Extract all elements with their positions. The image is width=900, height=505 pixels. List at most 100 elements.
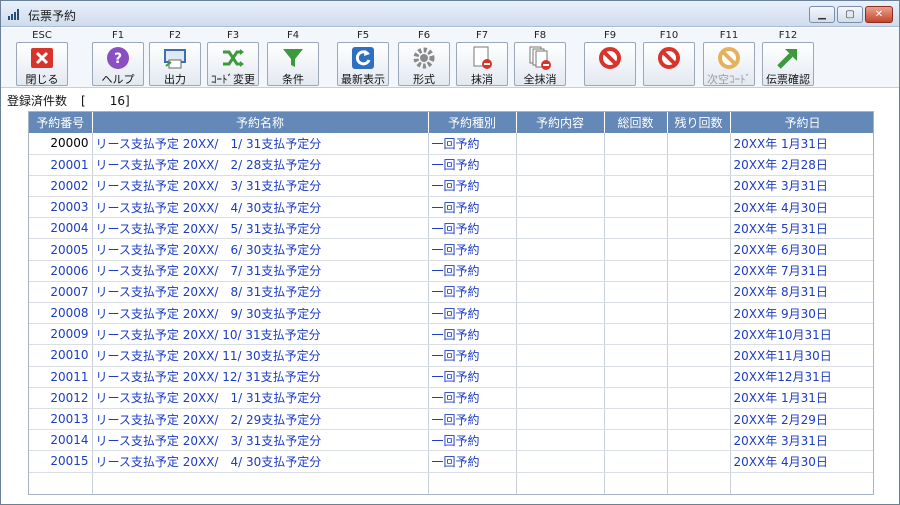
cell-total-count[interactable] [604,281,668,304]
f6-button[interactable]: 形式 [398,42,450,86]
cell-remaining-count[interactable] [667,238,731,261]
empty-cell[interactable] [604,472,668,494]
cell-reservation-type[interactable]: 一回予約 [428,175,517,198]
cell-reservation-number[interactable]: 20010 [29,344,93,367]
cell-reservation-type[interactable]: 一回予約 [428,344,517,367]
table-row[interactable]: 20004 リース支払予定 20XX/ 5/ 31支払予定分 一回予約 20XX年 5… [29,217,873,240]
table-row[interactable]: 20014 リース支払予定 20XX/ 3/ 31支払予定分 一回予約 20XX年 3… [29,429,873,452]
cell-total-count[interactable] [604,323,668,346]
cell-reservation-name[interactable]: リース支払予定 20XX/ 4/ 30支払予定分 [92,450,429,473]
cell-reservation-name[interactable]: リース支払予定 20XX/ 2/ 28支払予定分 [92,154,429,176]
cell-reservation-content[interactable] [516,387,605,409]
cell-reservation-name[interactable]: リース支払予定 20XX/ 7/ 31支払予定分 [92,260,429,282]
f10-button[interactable] [643,42,695,86]
column-header-reservation-number[interactable]: 予約番号 [29,112,93,133]
cell-reservation-name[interactable]: リース支払予定 20XX/ 11/ 30支払予定分 [92,344,429,367]
cell-reservation-content[interactable] [516,450,605,473]
cell-reservation-content[interactable] [516,302,605,325]
f8-button[interactable]: 全抹消 [514,42,566,86]
column-header-reservation-content[interactable]: 予約内容 [516,112,605,133]
cell-reservation-name[interactable]: リース支払予定 20XX/ 12/ 31支払予定分 [92,366,429,388]
cell-reservation-number[interactable]: 20003 [29,196,93,219]
cell-reservation-name[interactable]: リース支払予定 20XX/ 3/ 31支払予定分 [92,175,429,198]
cell-remaining-count[interactable] [667,260,731,282]
cell-reservation-content[interactable] [516,217,605,240]
column-header-total-count[interactable]: 総回数 [604,112,668,133]
cell-reservation-name[interactable]: リース支払予定 20XX/ 2/ 29支払予定分 [92,408,429,431]
cell-total-count[interactable] [604,408,668,431]
cell-total-count[interactable] [604,387,668,409]
column-header-remaining-count[interactable]: 残り回数 [667,112,731,133]
f3-button[interactable]: ｺｰﾄﾞ変更 [207,42,259,86]
cell-reservation-date[interactable]: 20XX年10月31日 [730,323,873,346]
cell-reservation-date[interactable]: 20XX年 3月31日 [730,175,873,198]
cell-remaining-count[interactable] [667,154,731,176]
cell-total-count[interactable] [604,154,668,176]
close-window-button[interactable]: ✕ [865,6,893,23]
cell-total-count[interactable] [604,238,668,261]
cell-total-count[interactable] [604,429,668,452]
cell-reservation-date[interactable]: 20XX年 1月31日 [730,133,873,155]
cell-reservation-content[interactable] [516,260,605,282]
cell-remaining-count[interactable] [667,175,731,198]
cell-remaining-count[interactable] [667,217,731,240]
cell-reservation-type[interactable]: 一回予約 [428,196,517,219]
f5-button[interactable]: 最新表示 [337,42,389,86]
cell-remaining-count[interactable] [667,408,731,431]
cell-reservation-type[interactable]: 一回予約 [428,450,517,473]
cell-reservation-number[interactable]: 20015 [29,450,93,473]
f9-button[interactable] [584,42,636,86]
cell-total-count[interactable] [604,260,668,282]
cell-remaining-count[interactable] [667,450,731,473]
cell-reservation-date[interactable]: 20XX年 1月31日 [730,387,873,409]
esc-button[interactable]: 閉じる [16,42,68,86]
cell-reservation-type[interactable]: 一回予約 [428,281,517,304]
cell-reservation-number[interactable]: 20005 [29,238,93,261]
table-row[interactable]: 20005 リース支払予定 20XX/ 6/ 30支払予定分 一回予約 20XX年 6… [29,238,873,261]
cell-reservation-date[interactable]: 20XX年 2月28日 [730,154,873,176]
cell-reservation-type[interactable]: 一回予約 [428,154,517,176]
cell-reservation-number[interactable]: 20009 [29,323,93,346]
cell-reservation-content[interactable] [516,408,605,431]
cell-reservation-number[interactable]: 20007 [29,281,93,304]
cell-reservation-number[interactable]: 20002 [29,175,93,198]
cell-reservation-type[interactable]: 一回予約 [428,323,517,346]
cell-reservation-date[interactable]: 20XX年 6月30日 [730,238,873,261]
empty-cell[interactable] [428,472,517,494]
cell-reservation-date[interactable]: 20XX年 9月30日 [730,302,873,325]
cell-remaining-count[interactable] [667,323,731,346]
cell-reservation-content[interactable] [516,133,605,155]
cell-total-count[interactable] [604,217,668,240]
cell-reservation-content[interactable] [516,238,605,261]
cell-total-count[interactable] [604,366,668,388]
cell-reservation-type[interactable]: 一回予約 [428,387,517,409]
cell-reservation-type[interactable]: 一回予約 [428,366,517,388]
f12-button[interactable]: 伝票確認 [762,42,814,86]
cell-remaining-count[interactable] [667,196,731,219]
cell-reservation-content[interactable] [516,196,605,219]
cell-reservation-name[interactable]: リース支払予定 20XX/ 10/ 31支払予定分 [92,323,429,346]
cell-reservation-type[interactable]: 一回予約 [428,238,517,261]
cell-reservation-name[interactable]: リース支払予定 20XX/ 6/ 30支払予定分 [92,238,429,261]
table-row[interactable]: 20000 リース支払予定 20XX/ 1/ 31支払予定分 一回予約 20XX年 1… [29,133,873,155]
table-row[interactable]: 20011 リース支払予定 20XX/ 12/ 31支払予定分 一回予約 20XX年1… [29,366,873,388]
column-header-reservation-name[interactable]: 予約名称 [92,112,429,133]
cell-reservation-name[interactable]: リース支払予定 20XX/ 9/ 30支払予定分 [92,302,429,325]
cell-remaining-count[interactable] [667,302,731,325]
table-row[interactable]: 20002 リース支払予定 20XX/ 3/ 31支払予定分 一回予約 20XX年 3… [29,175,873,198]
cell-reservation-content[interactable] [516,366,605,388]
cell-remaining-count[interactable] [667,429,731,452]
cell-reservation-number[interactable]: 20011 [29,366,93,388]
cell-reservation-content[interactable] [516,175,605,198]
cell-remaining-count[interactable] [667,133,731,155]
cell-reservation-name[interactable]: リース支払予定 20XX/ 1/ 31支払予定分 [92,133,429,155]
cell-reservation-date[interactable]: 20XX年11月30日 [730,344,873,367]
cell-reservation-number[interactable]: 20012 [29,387,93,409]
cell-total-count[interactable] [604,450,668,473]
table-row[interactable]: 20001 リース支払予定 20XX/ 2/ 28支払予定分 一回予約 20XX年 2… [29,154,873,176]
cell-reservation-number[interactable]: 20001 [29,154,93,176]
cell-reservation-number[interactable]: 20008 [29,302,93,325]
empty-cell[interactable] [29,472,93,494]
column-header-reservation-type[interactable]: 予約種別 [428,112,517,133]
cell-reservation-type[interactable]: 一回予約 [428,133,517,155]
